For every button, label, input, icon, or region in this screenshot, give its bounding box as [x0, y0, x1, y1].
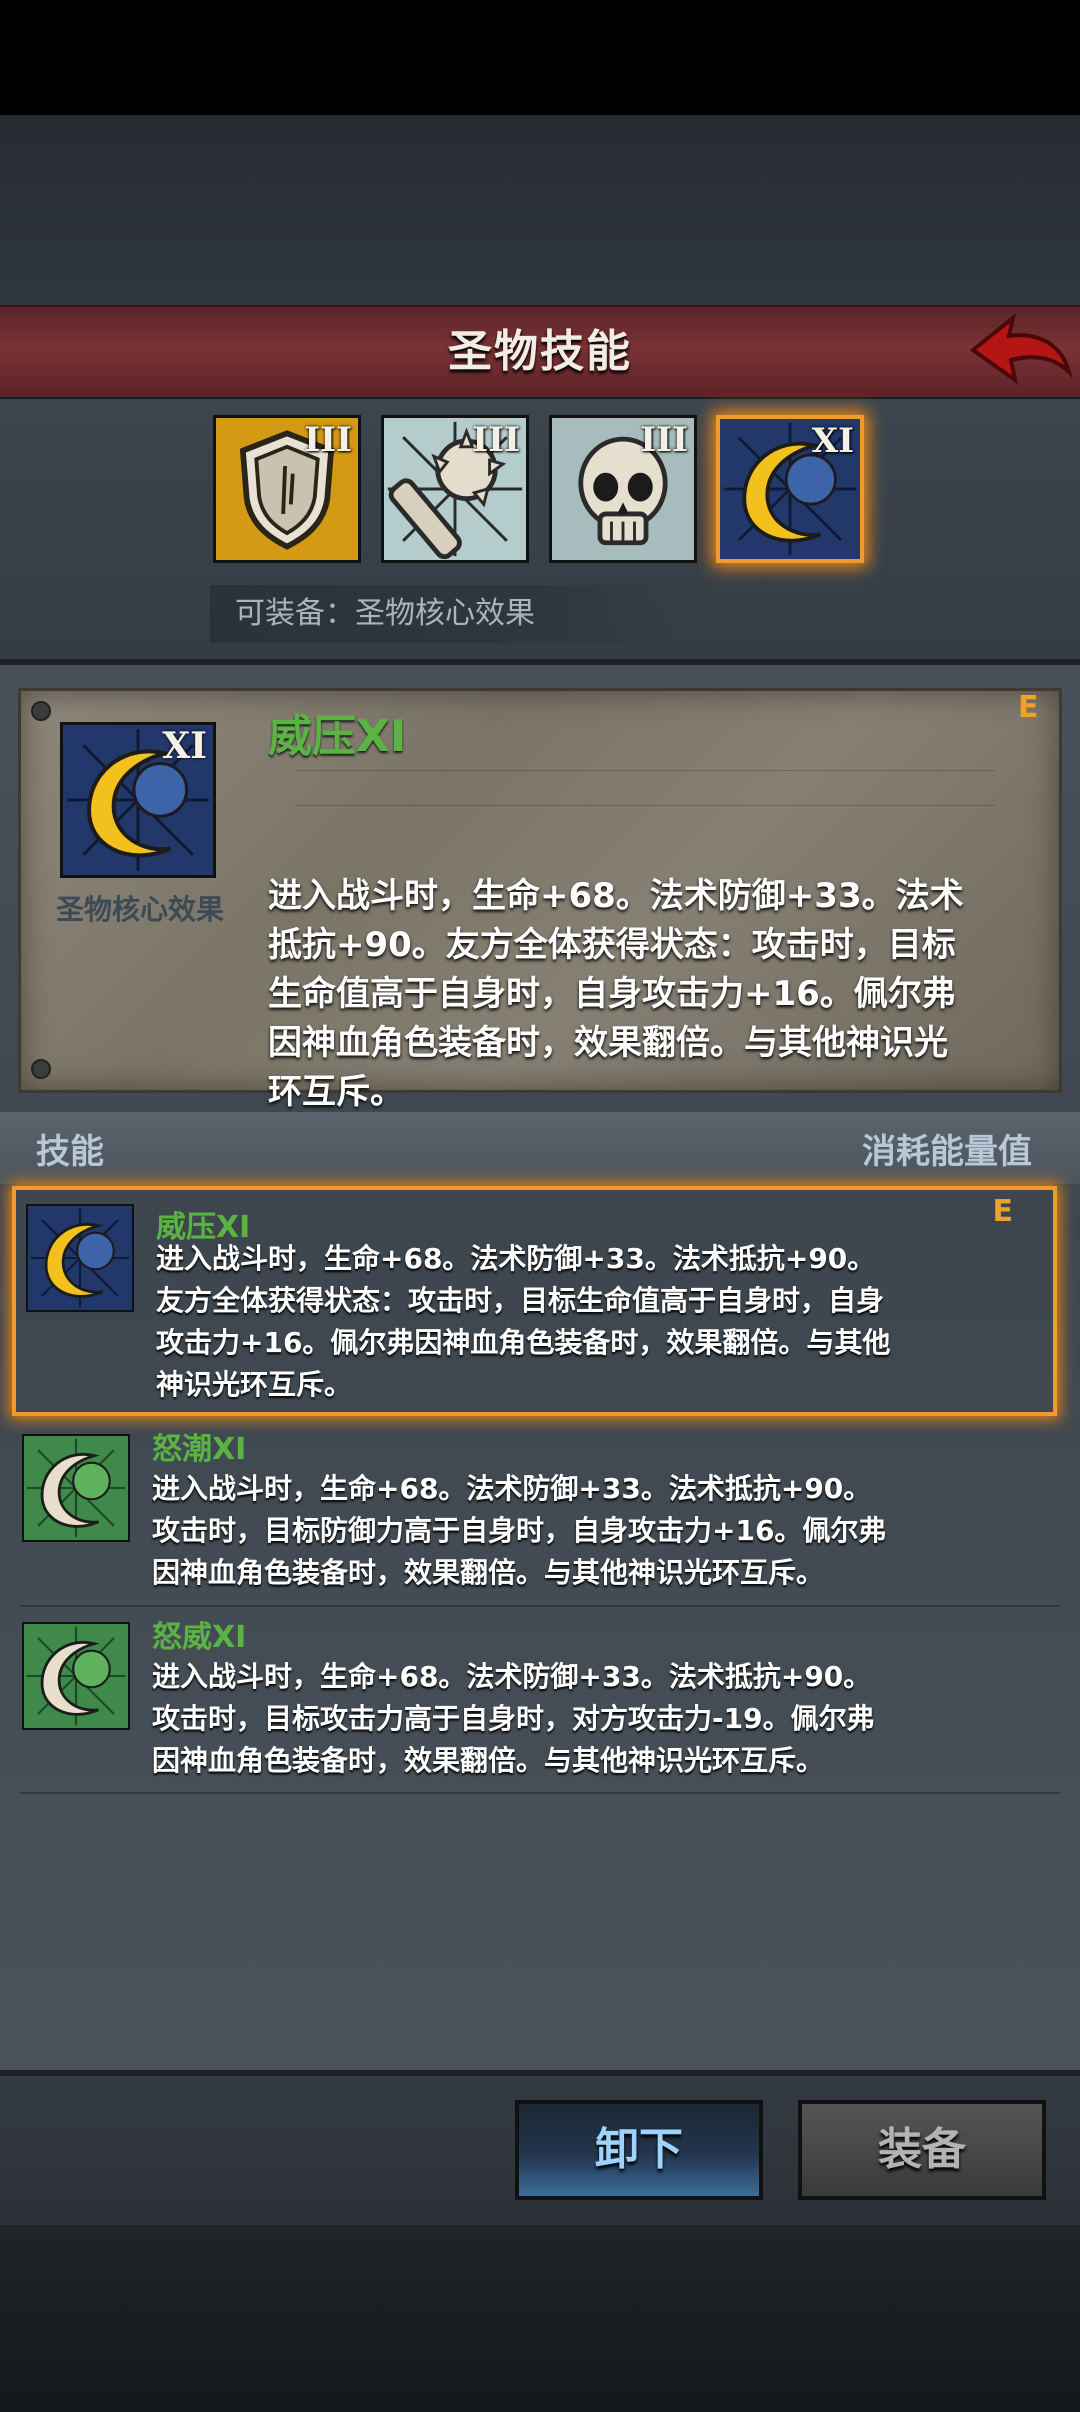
relic-slot-moon[interactable]: XI [716, 415, 864, 563]
skill-name: 怒潮XI [152, 1432, 247, 1467]
rivet [31, 1059, 51, 1079]
back-arrow-icon [969, 312, 1073, 385]
energy-cost-column-label: 消耗能量值 [862, 1132, 1032, 1172]
back-button[interactable] [965, 310, 1075, 390]
detail-level: XI [162, 725, 207, 767]
detail-description: 进入战斗时，生命+68。法术防御+33。法术抵抗+90。友方全体获得状态：攻击时… [268, 876, 964, 1112]
skill-row-nuchao[interactable]: 怒潮XI 进入战斗时，生命+68。法术防御+33。法术抵抗+90。攻击时，目标防… [12, 1424, 1057, 1600]
page-title: 圣物技能 [448, 326, 632, 377]
row-divider [20, 1792, 1060, 1794]
green-moon-icon [24, 1436, 128, 1540]
lower-background [0, 2225, 1080, 2412]
skill-icon [22, 1622, 130, 1730]
skill-description: 进入战斗时，生命+68。法术防御+33。法术抵抗+90。攻击时，目标防御力高于自… [152, 1472, 887, 1589]
detail-caption: 圣物核心效果 [55, 893, 224, 926]
relic-level: III [640, 420, 688, 460]
detail-grade-badge: E [1018, 690, 1039, 725]
relic-level: XI [811, 421, 854, 461]
relic-slot-skull[interactable]: III [549, 415, 697, 563]
detail-skill-icon: XI [60, 722, 216, 878]
title-bar: 圣物技能 [0, 305, 1080, 401]
relic-slot-club[interactable]: III [381, 415, 529, 563]
row-divider [20, 1605, 1060, 1607]
skill-row-nuwei[interactable]: 怒威XI 进入战斗时，生命+68。法术防御+33。法术抵抗+90。攻击时，目标攻… [12, 1612, 1057, 1788]
equip-hint-label: 可装备：圣物核心效果 [210, 585, 680, 643]
relic-level: III [472, 420, 520, 460]
green-moon-icon [24, 1624, 128, 1728]
relic-level: III [304, 420, 352, 460]
gold-moon-icon [28, 1206, 132, 1310]
equip-button[interactable]: 装备 [798, 2100, 1046, 2200]
detail-skill-name: 威压XI [268, 711, 407, 762]
skill-grade-badge: E [992, 1194, 1014, 1229]
skill-description: 进入战斗时，生命+68。法术防御+33。法术抵抗+90。攻击时，目标攻击力高于自… [152, 1660, 875, 1777]
status-bar [0, 0, 1080, 115]
skills-column-label: 技能 [36, 1132, 104, 1172]
relic-slot-shield[interactable]: III [213, 415, 361, 563]
detail-ruled-lines [295, 770, 995, 840]
skill-name: 怒威XI [152, 1620, 247, 1655]
upper-background [0, 115, 1080, 305]
unload-button[interactable]: 卸下 [515, 2100, 763, 2200]
skill-icon [22, 1434, 130, 1542]
skill-row-weiya[interactable]: 威压XI E 进入战斗时，生命+68。法术防御+33。法术抵抗+90。友方全体获… [12, 1186, 1057, 1416]
skill-description: 进入战斗时，生命+68。法术防御+33。法术抵抗+90。友方全体获得状态：攻击时… [156, 1242, 891, 1401]
skill-icon [26, 1204, 134, 1312]
rivet [31, 701, 51, 721]
